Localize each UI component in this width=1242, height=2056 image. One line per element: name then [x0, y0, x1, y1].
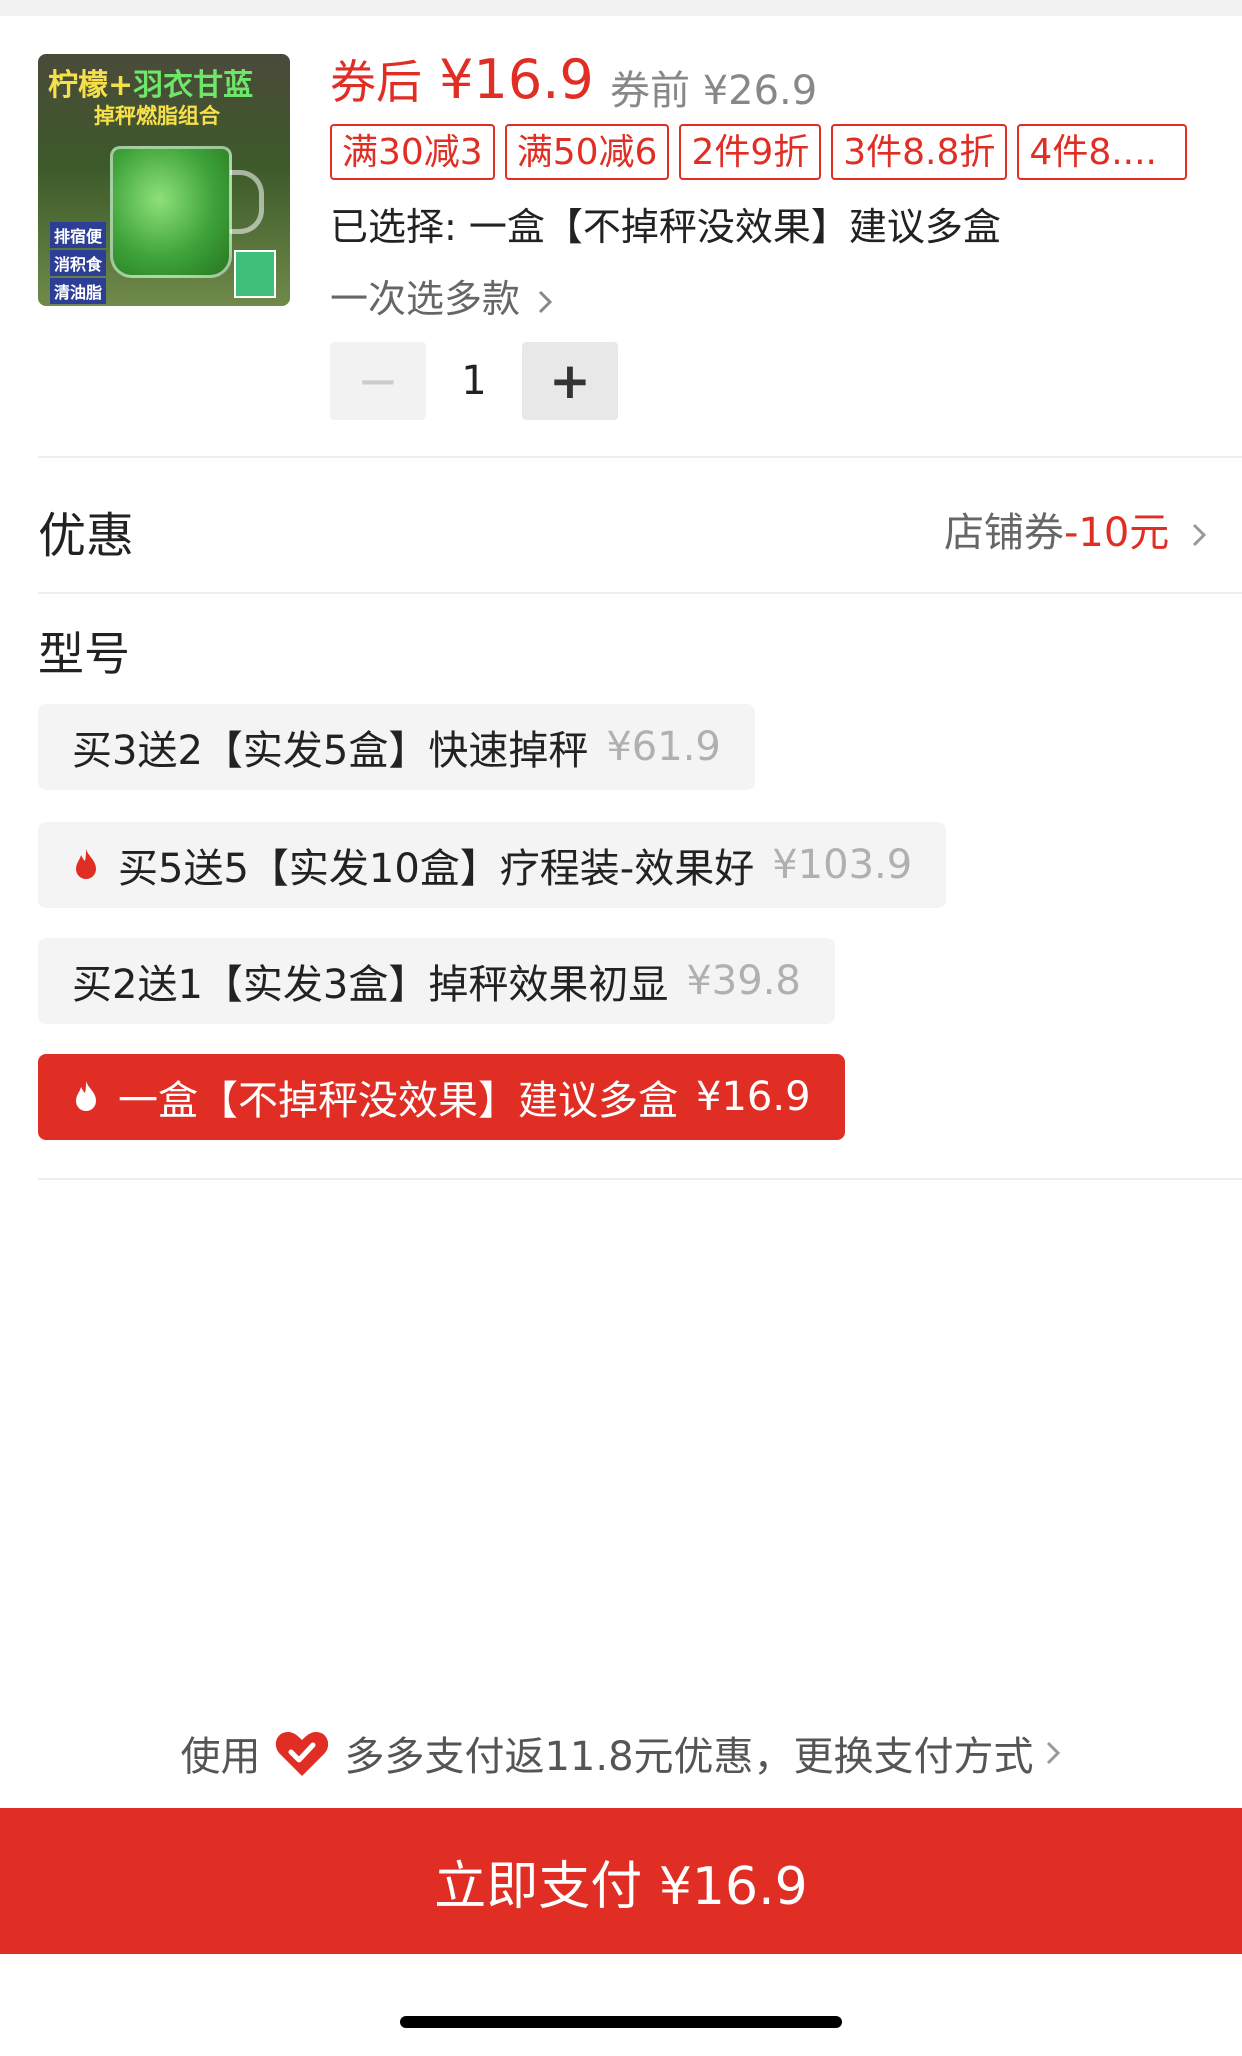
promo-tag[interactable]: 3件8.8折	[831, 124, 1008, 180]
promo-tags: 满30减3 满50减6 2件9折 3件8.8折 4件8....	[330, 124, 1188, 180]
option-price: ¥61.9	[606, 724, 721, 770]
juice-jar-image	[110, 146, 232, 278]
option-label: 买3送2【实发5盒】快速掉秤	[72, 728, 589, 774]
flame-icon	[76, 849, 96, 879]
model-option[interactable]: 买3送2【实发5盒】快速掉秤 ¥61.9	[38, 704, 755, 790]
promo-tag[interactable]: 满50减6	[504, 124, 670, 180]
decrease-button[interactable]: −	[330, 342, 426, 420]
thumb-tag: 清油脂	[50, 278, 107, 304]
model-option[interactable]: 买5送5【实发10盒】疗程装-效果好 ¥103.9	[38, 822, 947, 908]
promo-tag[interactable]: 4件8....	[1017, 124, 1188, 180]
thumb-tag: 消积食	[50, 250, 107, 276]
thumb-title: 柠檬+羽衣甘蓝	[48, 68, 254, 103]
top-strip	[0, 0, 1242, 16]
increase-button[interactable]: +	[522, 342, 618, 420]
home-indicator	[400, 2016, 842, 2028]
pay-now-button[interactable]: 立即支付 ¥16.9	[0, 1808, 1242, 1954]
divider	[38, 456, 1242, 458]
package-image	[234, 250, 276, 298]
chevron-right-icon	[1192, 523, 1207, 547]
use-label: 使用	[180, 1734, 261, 1780]
chevron-right-icon	[1046, 1741, 1060, 1765]
duoduo-pay-icon	[276, 1732, 329, 1776]
quantity-stepper: − 1 +	[330, 342, 618, 420]
multi-select-link[interactable]: 一次选多款	[330, 268, 554, 323]
promo-tag[interactable]: 2件9折	[679, 124, 822, 180]
jar-handle-image	[230, 170, 264, 234]
chevron-right-icon	[539, 290, 553, 313]
selected-variant: 已选择: 一盒【不掉秤没效果】建议多盒	[330, 205, 1001, 249]
model-section-title: 型号	[38, 627, 130, 681]
model-option-selected[interactable]: 一盒【不掉秤没效果】建议多盒 ¥16.9	[38, 1054, 845, 1140]
discount-label: 优惠	[38, 508, 135, 564]
option-price: ¥39.8	[686, 958, 801, 1004]
multi-select-label: 一次选多款	[330, 277, 521, 321]
option-label: 买5送5【实发10盒】疗程装-效果好	[118, 846, 755, 892]
coupon-amount: -10元	[1063, 510, 1170, 556]
option-label: 买2送1【实发3盒】掉秤效果初显	[72, 962, 669, 1008]
payment-method-row[interactable]: 使用 多多支付返11.8元优惠，更换支付方式	[0, 1698, 1242, 1808]
divider	[38, 1178, 1242, 1180]
price-before-coupon: 券前 ¥26.9	[610, 68, 818, 114]
price-after-coupon: 券后 ¥16.9	[330, 48, 594, 111]
option-label: 一盒【不掉秤没效果】建议多盒	[118, 1078, 678, 1124]
product-thumbnail[interactable]: 柠檬+羽衣甘蓝 掉秤燃脂组合 排宿便 消积食 清油脂	[38, 54, 290, 306]
coupon-type: 店铺券	[943, 510, 1064, 556]
flame-icon	[76, 1081, 96, 1111]
promo-tag[interactable]: 满30减3	[330, 124, 495, 180]
thumb-subtitle: 掉秤燃脂组合	[94, 104, 220, 128]
model-option[interactable]: 买2送1【实发3盒】掉秤效果初显 ¥39.8	[38, 938, 835, 1024]
thumb-tag: 排宿便	[50, 222, 107, 248]
discount-value[interactable]: 店铺券-10元	[944, 500, 1208, 558]
quantity-value[interactable]: 1	[426, 358, 522, 404]
payment-method-text: 多多支付返11.8元优惠，更换支付方式	[344, 1734, 1034, 1780]
divider	[38, 592, 1242, 594]
option-price: ¥103.9	[772, 842, 913, 888]
option-price: ¥16.9	[696, 1074, 811, 1120]
